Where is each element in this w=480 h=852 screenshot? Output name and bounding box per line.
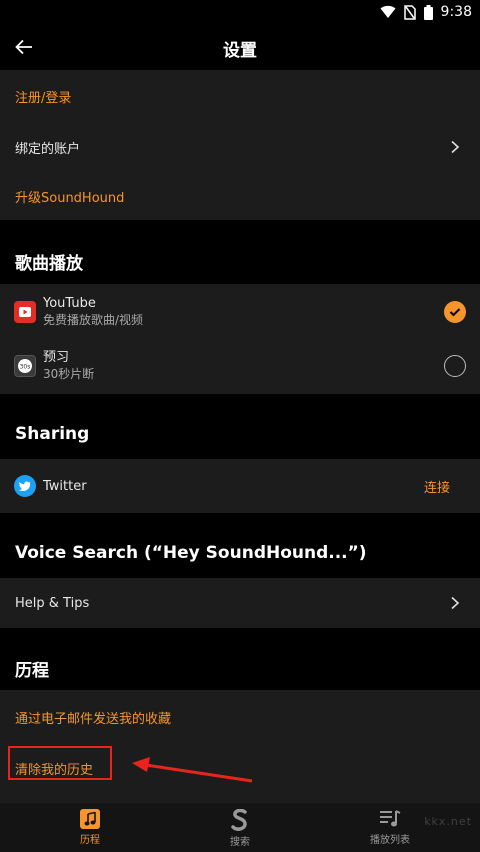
battery-icon xyxy=(423,4,433,20)
youtube-radio-selected[interactable] xyxy=(444,301,466,323)
preview-icon: 30s xyxy=(14,355,36,377)
bound-accounts-label: 绑定的账户 xyxy=(15,141,81,157)
sharing-card: Twitter 连接 xyxy=(0,459,480,513)
watermark: kkx.net xyxy=(424,815,472,828)
voice-search-card: Help & Tips xyxy=(0,578,480,628)
youtube-title: YouTube xyxy=(43,296,96,311)
tab-search[interactable]: 搜索 xyxy=(160,803,320,852)
music-note-icon xyxy=(80,809,100,829)
status-time: 9:38 xyxy=(440,4,472,20)
voice-search-header: Voice Search (“Hey SoundHound...”) xyxy=(15,543,367,563)
upgrade-row[interactable]: 升级SoundHound xyxy=(0,172,480,220)
tab-history-label: 历程 xyxy=(80,835,100,846)
annotation-arrow-icon xyxy=(132,757,253,783)
tab-search-label: 搜索 xyxy=(230,837,250,848)
playlist-icon xyxy=(380,810,401,827)
youtube-subtitle: 免费播放歌曲/视频 xyxy=(43,313,144,327)
bound-accounts-row[interactable]: 绑定的账户 xyxy=(0,122,480,172)
song-playback-header: 歌曲播放 xyxy=(15,254,83,274)
help-tips-label: Help & Tips xyxy=(15,595,90,611)
wifi-icon xyxy=(380,5,396,18)
preview-title: 预习 xyxy=(43,350,70,365)
soundhound-logo-icon xyxy=(231,809,247,831)
status-bar: 9:38 xyxy=(0,0,480,24)
sharing-header: Sharing xyxy=(15,424,90,444)
email-favorites-label: 通过电子邮件发送我的收藏 xyxy=(15,711,172,727)
tab-history[interactable]: 历程 xyxy=(10,803,170,852)
youtube-row[interactable]: YouTube 免费播放歌曲/视频 xyxy=(0,284,480,339)
history-header: 历程 xyxy=(15,661,49,681)
status-icons: 9:38 xyxy=(380,2,472,22)
upgrade-label: 升级SoundHound xyxy=(15,190,125,206)
tab-playlist-label: 播放列表 xyxy=(370,835,410,846)
page-title: 设置 xyxy=(223,41,257,61)
help-tips-row[interactable]: Help & Tips xyxy=(0,578,480,628)
preview-icon-text: 30s xyxy=(20,364,31,371)
preview-text: 预习 30秒片断 xyxy=(43,349,94,383)
twitter-label: Twitter xyxy=(43,478,87,494)
register-login-row[interactable]: 注册/登录 xyxy=(0,70,480,122)
twitter-icon xyxy=(14,475,36,497)
bottom-tab-bar: 历程 搜索 播放列表 xyxy=(0,803,480,852)
preview-row[interactable]: 30s 预习 30秒片断 xyxy=(0,339,480,394)
song-playback-card: YouTube 免费播放歌曲/视频 30s 预习 30秒片断 xyxy=(0,284,480,394)
email-favorites-row[interactable]: 通过电子邮件发送我的收藏 xyxy=(0,690,480,744)
register-login-label: 注册/登录 xyxy=(15,90,72,106)
chevron-right-icon xyxy=(451,596,460,610)
chevron-right-icon xyxy=(451,140,460,154)
no-sim-icon xyxy=(403,4,416,20)
twitter-row[interactable]: Twitter 连接 xyxy=(0,459,480,513)
preview-subtitle: 30秒片断 xyxy=(43,367,95,381)
check-icon xyxy=(449,308,461,317)
preview-radio-unselected[interactable] xyxy=(444,355,466,377)
twitter-connect-button[interactable]: 连接 xyxy=(424,477,450,496)
youtube-text: YouTube 免费播放歌曲/视频 xyxy=(43,295,143,329)
youtube-icon xyxy=(14,301,36,323)
account-card: 注册/登录 绑定的账户 升级SoundHound xyxy=(0,70,480,220)
app-bar: 设置 xyxy=(0,24,480,70)
annotation-highlight-box xyxy=(8,746,112,780)
